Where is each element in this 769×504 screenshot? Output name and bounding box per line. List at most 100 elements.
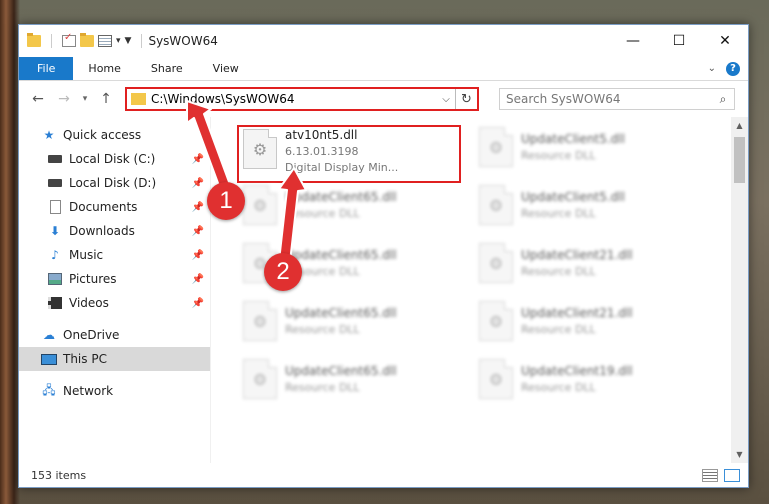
search-placeholder: Search SysWOW64	[506, 92, 621, 106]
help-icon[interactable]: ?	[726, 61, 740, 76]
sidebar-item-videos[interactable]: Videos 📌	[19, 291, 210, 315]
new-folder-icon[interactable]	[80, 33, 94, 47]
network-icon: 🖧	[42, 382, 56, 397]
properties-check-icon[interactable]	[62, 32, 76, 47]
pin-icon[interactable]: 📌	[192, 250, 204, 261]
file-type: Resource DLL	[521, 323, 596, 336]
file-name: UpdateClient21.dll	[521, 248, 633, 262]
sidebar-item-onedrive[interactable]: ☁ OneDrive	[19, 323, 210, 347]
search-input[interactable]: Search SysWOW64 ⌕	[499, 88, 735, 110]
recent-locations-icon[interactable]: ▾	[79, 94, 91, 104]
address-bar[interactable]: C:\Windows\SysWOW64 ⌵ ↻	[125, 87, 479, 111]
window-controls: — ☐ ✕	[610, 25, 748, 57]
tiles-view-icon[interactable]	[724, 468, 740, 482]
view-controls	[702, 468, 748, 482]
sidebar-item-pictures[interactable]: Pictures 📌	[19, 267, 210, 291]
list-item[interactable]: ⚙ UpdateClient5.dll Resource DLL	[473, 123, 697, 179]
maximize-button[interactable]: ☐	[656, 25, 702, 57]
sidebar-item-label: Local Disk (D:)	[69, 176, 157, 190]
refresh-button[interactable]: ↻	[455, 89, 477, 109]
tab-share[interactable]: Share	[136, 57, 198, 80]
sidebar-item-label: OneDrive	[63, 328, 120, 342]
file-name: UpdateClient65.dll	[285, 306, 397, 320]
sidebar-item-label: Pictures	[69, 272, 117, 286]
list-item[interactable]: ⚙ UpdateClient65.dll Resource DLL	[237, 181, 461, 237]
item-count: 153 items	[31, 468, 87, 482]
file-type: Resource DLL	[285, 323, 360, 336]
videos-icon	[48, 297, 62, 309]
list-item[interactable]: ⚙ UpdateClient21.dll Resource DLL	[473, 297, 697, 353]
file-name: UpdateClient5.dll	[521, 190, 625, 204]
pin-icon[interactable]: 📌	[192, 274, 204, 285]
sidebar-item-network[interactable]: 🖧 Network	[19, 379, 210, 403]
close-button[interactable]: ✕	[702, 25, 748, 57]
address-path[interactable]: C:\Windows\SysWOW64	[151, 92, 295, 106]
chevron-down-icon[interactable]: ▾	[116, 36, 121, 46]
music-icon: ♪	[51, 248, 59, 262]
sidebar-item-label: Local Disk (C:)	[69, 152, 156, 166]
pin-icon[interactable]: 📌	[192, 226, 204, 237]
scroll-up-icon[interactable]: ▲	[731, 117, 748, 134]
sidebar-item-quick-access[interactable]: ★ Quick access	[19, 123, 210, 147]
file-list: ⚙ atv10nt5.dll 6.13.01.3198 Digital Disp…	[211, 117, 748, 463]
download-icon: ⬇	[49, 224, 61, 238]
pin-icon[interactable]: 📌	[192, 298, 204, 309]
pin-icon[interactable]: 📌	[192, 154, 204, 165]
minimize-button[interactable]: —	[610, 25, 656, 57]
tab-home[interactable]: Home	[73, 57, 135, 80]
file-name: UpdateClient19.dll	[521, 364, 633, 378]
file-name: UpdateClient65.dll	[285, 248, 397, 262]
file-type: Resource DLL	[285, 381, 360, 394]
search-icon[interactable]: ⌕	[712, 92, 734, 107]
ribbon-tabs: File Home Share View ⌄ ?	[19, 57, 748, 81]
list-item[interactable]: ⚙ UpdateClient21.dll Resource DLL	[473, 239, 697, 295]
sidebar-item-music[interactable]: ♪ Music 📌	[19, 243, 210, 267]
gear-icon: ⚙	[488, 137, 504, 157]
gear-icon: ⚙	[252, 195, 268, 215]
dll-file-icon: ⚙	[479, 185, 513, 225]
sidebar-item-label: Network	[63, 384, 114, 398]
up-button[interactable]: ↑	[95, 91, 117, 107]
details-view-icon[interactable]	[702, 468, 718, 482]
drive-icon	[48, 155, 62, 163]
expand-ribbon-icon[interactable]: ⌄	[708, 63, 716, 74]
pin-icon[interactable]: 📌	[192, 178, 204, 189]
file-name: UpdateClient65.dll	[285, 190, 397, 204]
gear-icon: ⚙	[488, 195, 504, 215]
vertical-scrollbar[interactable]: ▲ ▼	[731, 117, 748, 463]
sidebar-item-local-disk-c[interactable]: Local Disk (C:) 📌	[19, 147, 210, 171]
file-explorer-window: ▾ ▼ SysWOW64 — ☐ ✕ File Home Share View …	[18, 24, 749, 488]
file-name: UpdateClient21.dll	[521, 306, 633, 320]
sidebar-item-label: Downloads	[69, 224, 135, 238]
star-icon: ★	[43, 128, 55, 142]
sidebar-item-downloads[interactable]: ⬇ Downloads 📌	[19, 219, 210, 243]
pin-icon[interactable]: 📌	[192, 202, 204, 213]
list-item[interactable]: ⚙ UpdateClient65.dll Resource DLL	[237, 297, 461, 353]
chevron-down-icon[interactable]: ⌵	[437, 94, 455, 105]
file-name: UpdateClient5.dll	[521, 132, 625, 146]
step-badge-1: 1	[207, 182, 245, 220]
scroll-down-icon[interactable]: ▼	[731, 446, 748, 463]
tab-view[interactable]: View	[198, 57, 254, 80]
quick-access-toolbar: ▾ ▼	[27, 32, 148, 48]
folder-icon	[131, 93, 146, 105]
file-type: Resource DLL	[521, 381, 596, 394]
list-item[interactable]: ⚙ UpdateClient5.dll Resource DLL	[473, 181, 697, 237]
properties-icon[interactable]	[98, 35, 112, 47]
list-item[interactable]: ⚙ UpdateClient65.dll Resource DLL	[237, 355, 461, 411]
dll-file-icon: ⚙	[243, 301, 277, 341]
list-item[interactable]: ⚙ UpdateClient19.dll Resource DLL	[473, 355, 697, 411]
divider	[51, 34, 52, 48]
sidebar-item-local-disk-d[interactable]: Local Disk (D:) 📌	[19, 171, 210, 195]
tab-file[interactable]: File	[19, 57, 74, 80]
dll-file-icon: ⚙	[243, 359, 277, 399]
window-title: SysWOW64	[148, 34, 218, 48]
gear-icon: ⚙	[488, 369, 504, 389]
sidebar-item-documents[interactable]: Documents 📌	[19, 195, 210, 219]
customize-toolbar-icon[interactable]: ▼	[125, 36, 132, 46]
scroll-thumb[interactable]	[734, 137, 745, 183]
back-button[interactable]: ←	[27, 91, 49, 107]
file-name: UpdateClient65.dll	[285, 364, 397, 378]
forward-button[interactable]: →	[53, 91, 75, 107]
sidebar-item-this-pc[interactable]: This PC	[19, 347, 210, 371]
